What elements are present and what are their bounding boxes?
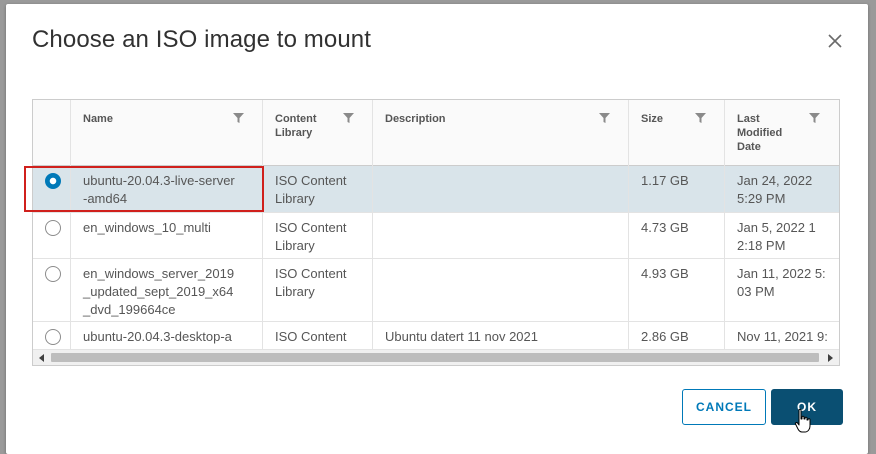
description-cell [372, 259, 628, 321]
filter-icon[interactable] [599, 113, 610, 123]
cancel-button[interactable]: CANCEL [682, 389, 766, 425]
library-text: Library [275, 284, 315, 299]
modified-cell: Jan 24, 2022 5:29 PM [724, 166, 839, 212]
content-library-cell: ISO Content Library [262, 259, 372, 321]
modified-text: Nov 11, 2021 9: [737, 329, 828, 344]
background-page-right [868, 0, 876, 454]
description-cell [372, 166, 628, 212]
name-text: ubuntu-20.04.3-live-server [83, 173, 235, 188]
description-cell [372, 213, 628, 258]
content-library-cell: ISO Content Library [262, 166, 372, 212]
size-cell: 4.73 GB [628, 213, 724, 258]
column-header-description[interactable]: Description [372, 100, 628, 166]
column-header-label: Date [737, 141, 761, 153]
column-header-label: Modified [737, 127, 783, 139]
content-library-cell: ISO Content Library [262, 213, 372, 258]
name-text: _dvd_199664ce [83, 302, 176, 317]
name-text: ubuntu-20.04.3-desktop-a [83, 329, 232, 344]
column-header-label: Description [385, 113, 446, 125]
iso-mount-dialog: Choose an ISO image to mount Name Conten… [6, 4, 868, 454]
table-row[interactable]: en_windows_10_multi ISO Content Library … [33, 213, 839, 259]
modified-text: Jan 11, 2022 5: [737, 266, 826, 281]
modified-text: Jan 24, 2022 [737, 173, 813, 188]
size-cell: 1.17 GB [628, 166, 724, 212]
library-text: ISO Content [275, 220, 347, 235]
name-cell: en_windows_server_2019 _updated_sept_201… [70, 259, 262, 321]
close-button[interactable] [826, 32, 844, 50]
modified-text: 5:29 PM [737, 191, 786, 206]
row-select-cell [33, 213, 70, 258]
library-text: ISO Content [275, 329, 347, 344]
row-select-cell [33, 166, 70, 212]
column-header-label: Library [275, 127, 313, 139]
row-select-cell [33, 259, 70, 321]
column-header-label: Size [641, 113, 664, 125]
column-header-label: Content [275, 113, 317, 125]
dialog-title: Choose an ISO image to mount [32, 26, 371, 53]
scroll-right-icon[interactable] [825, 353, 835, 363]
library-text: Library [275, 191, 315, 206]
row-radio-button[interactable] [45, 220, 61, 236]
modified-text: 03 PM [737, 284, 775, 299]
size-cell: 4.93 GB [628, 259, 724, 321]
iso-datagrid: Name Content Library Description Size La… [32, 99, 840, 366]
ok-button[interactable]: OK [771, 389, 843, 425]
row-radio-button[interactable] [45, 329, 61, 345]
name-cell: ubuntu-20.04.3-live-server -amd64 [70, 166, 262, 212]
modified-cell: Jan 5, 2022 1 2:18 PM [724, 213, 839, 258]
modified-text: 2:18 PM [737, 238, 786, 253]
name-text: -amd64 [83, 191, 128, 206]
row-radio-button[interactable] [45, 173, 61, 189]
column-header-last-modified[interactable]: Last Modified Date [724, 100, 839, 166]
name-cell: en_windows_10_multi [70, 213, 262, 258]
filter-icon[interactable] [695, 113, 706, 123]
modified-cell: Jan 11, 2022 5: 03 PM [724, 259, 839, 321]
column-header-size[interactable]: Size [628, 100, 724, 166]
library-text: Library [275, 238, 315, 253]
name-text: en_windows_10_multi [83, 220, 211, 235]
table-row[interactable]: en_windows_server_2019 _updated_sept_201… [33, 259, 839, 322]
name-text: _updated_sept_2019_x64 [83, 284, 234, 299]
table-row[interactable]: ubuntu-20.04.3-live-server -amd64 ISO Co… [33, 166, 839, 213]
column-header-label: Last [737, 113, 760, 125]
filter-icon[interactable] [233, 113, 244, 123]
filter-icon[interactable] [809, 113, 820, 123]
select-column-header [33, 100, 70, 166]
column-header-content-library[interactable]: Content Library [262, 100, 372, 166]
scrollbar-thumb[interactable] [51, 353, 819, 362]
horizontal-scrollbar[interactable] [33, 349, 839, 365]
filter-icon[interactable] [343, 113, 354, 123]
row-radio-button[interactable] [45, 266, 61, 282]
name-text: en_windows_server_2019 [83, 266, 235, 281]
modified-text: Jan 5, 2022 1 [737, 220, 816, 235]
column-header-name[interactable]: Name [70, 100, 262, 166]
grid-header: Name Content Library Description Size La… [33, 100, 839, 166]
close-icon [828, 34, 842, 48]
library-text: ISO Content [275, 173, 347, 188]
scroll-left-icon[interactable] [37, 353, 47, 363]
library-text: ISO Content [275, 266, 347, 281]
